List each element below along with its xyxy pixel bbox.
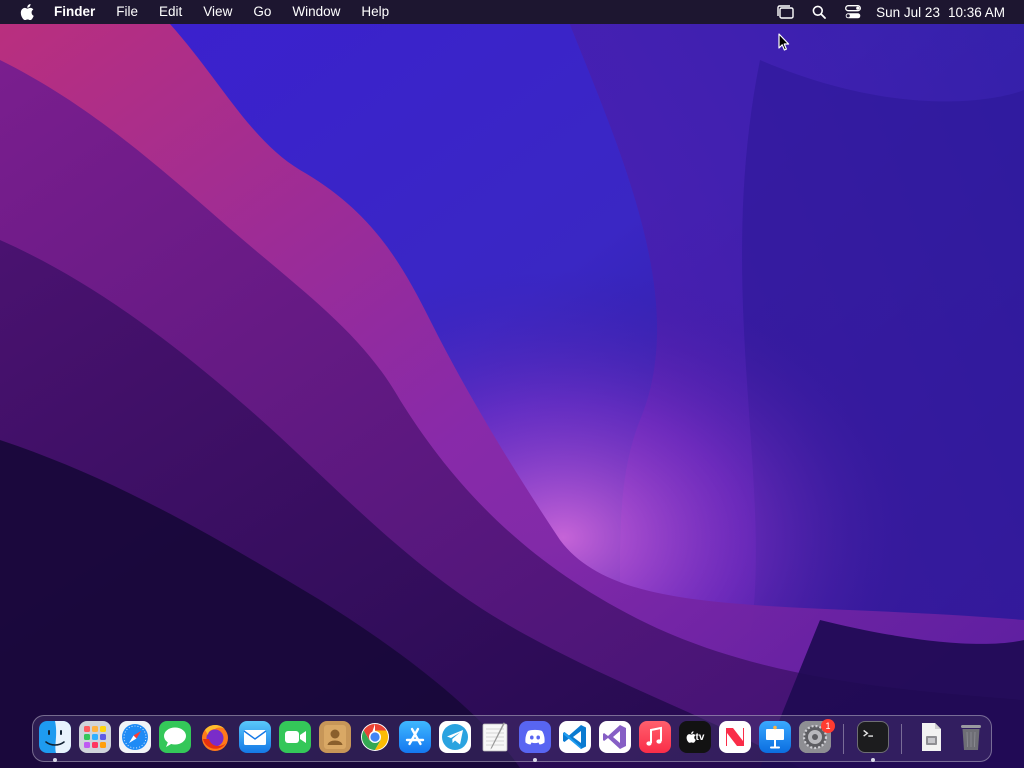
downloads-stack-icon (922, 723, 941, 751)
dock-app-app-store[interactable] (399, 721, 431, 753)
visual-studio-icon (603, 725, 626, 749)
tv-label: tv (695, 731, 705, 743)
menu-bar-clock[interactable]: Sun Jul 23 10:36 AM (876, 5, 1005, 20)
textedit-icon (482, 722, 508, 752)
notification-badge: 1 (821, 719, 835, 733)
menu-window[interactable]: Window (282, 0, 351, 24)
firefox-icon (202, 724, 228, 751)
menu-help[interactable]: Help (351, 0, 400, 24)
menu-go[interactable]: Go (243, 0, 282, 24)
clock-date: Sun Jul 23 (876, 4, 940, 20)
menu-edit[interactable]: Edit (149, 0, 193, 24)
dock-app-finder[interactable] (39, 721, 71, 753)
dock-app-discord[interactable] (519, 721, 551, 753)
dock-app-vscode[interactable] (559, 721, 591, 753)
terminal-icon (863, 729, 873, 737)
dock-app-safari[interactable] (119, 721, 151, 753)
messages-icon (164, 727, 186, 747)
menu-app-finder[interactable]: Finder (54, 0, 106, 24)
dock-app-contacts[interactable] (319, 721, 351, 753)
dock-app-visual-studio[interactable] (599, 721, 631, 753)
dock-app-telegram[interactable] (439, 721, 471, 753)
dock-trash[interactable] (955, 721, 987, 753)
clock-time: 10:36 AM (947, 4, 1005, 20)
dock-app-chrome[interactable] (359, 721, 391, 753)
menu-bar: Finder File Edit View Go Window Help Sun… (0, 0, 1024, 24)
running-indicator (53, 758, 57, 762)
dock-app-tv[interactable]: tv (679, 721, 711, 753)
finder-icon (39, 721, 71, 753)
trash-icon (961, 725, 981, 750)
menu-view[interactable]: View (193, 0, 243, 24)
dock-app-system-settings[interactable]: 1 (799, 719, 835, 753)
discord-icon (525, 729, 545, 745)
telegram-icon (442, 724, 468, 750)
dock-app-terminal[interactable] (857, 721, 889, 753)
music-icon (646, 726, 662, 746)
chrome-icon (361, 723, 389, 751)
dock-app-keynote[interactable] (759, 721, 791, 753)
keynote-icon (766, 725, 784, 749)
menu-file[interactable]: File (106, 0, 149, 24)
dock: tv 1 (32, 715, 992, 762)
apple-menu-icon[interactable] (20, 4, 34, 20)
dock-separator (843, 724, 844, 754)
control-center-icon[interactable] (842, 0, 864, 24)
app-store-icon (405, 727, 425, 746)
desktop-wallpaper (0, 0, 1024, 768)
dock-app-launchpad[interactable] (79, 721, 111, 753)
dock-separator (901, 724, 902, 754)
facetime-icon (285, 731, 306, 743)
dock-app-facetime[interactable] (279, 721, 311, 753)
dock-app-news[interactable] (719, 721, 751, 753)
vscode-icon (563, 725, 586, 749)
news-icon (726, 728, 744, 746)
apple-tv-icon (686, 731, 696, 743)
dock-app-firefox[interactable] (199, 721, 231, 753)
dock-downloads-stack[interactable] (915, 721, 947, 753)
mouse-pointer-icon (778, 33, 790, 51)
spotlight-search-icon[interactable] (808, 0, 830, 24)
safari-icon (122, 724, 148, 750)
running-indicator (533, 758, 537, 762)
stage-manager-icon[interactable] (774, 0, 796, 24)
dock-app-messages[interactable] (159, 721, 191, 753)
dock-app-textedit[interactable] (479, 721, 511, 753)
mail-icon (243, 730, 267, 745)
dock-app-music[interactable] (639, 721, 671, 753)
dock-app-mail[interactable] (239, 721, 271, 753)
launchpad-icon (84, 726, 106, 748)
contacts-icon (324, 725, 346, 749)
running-indicator (871, 758, 875, 762)
